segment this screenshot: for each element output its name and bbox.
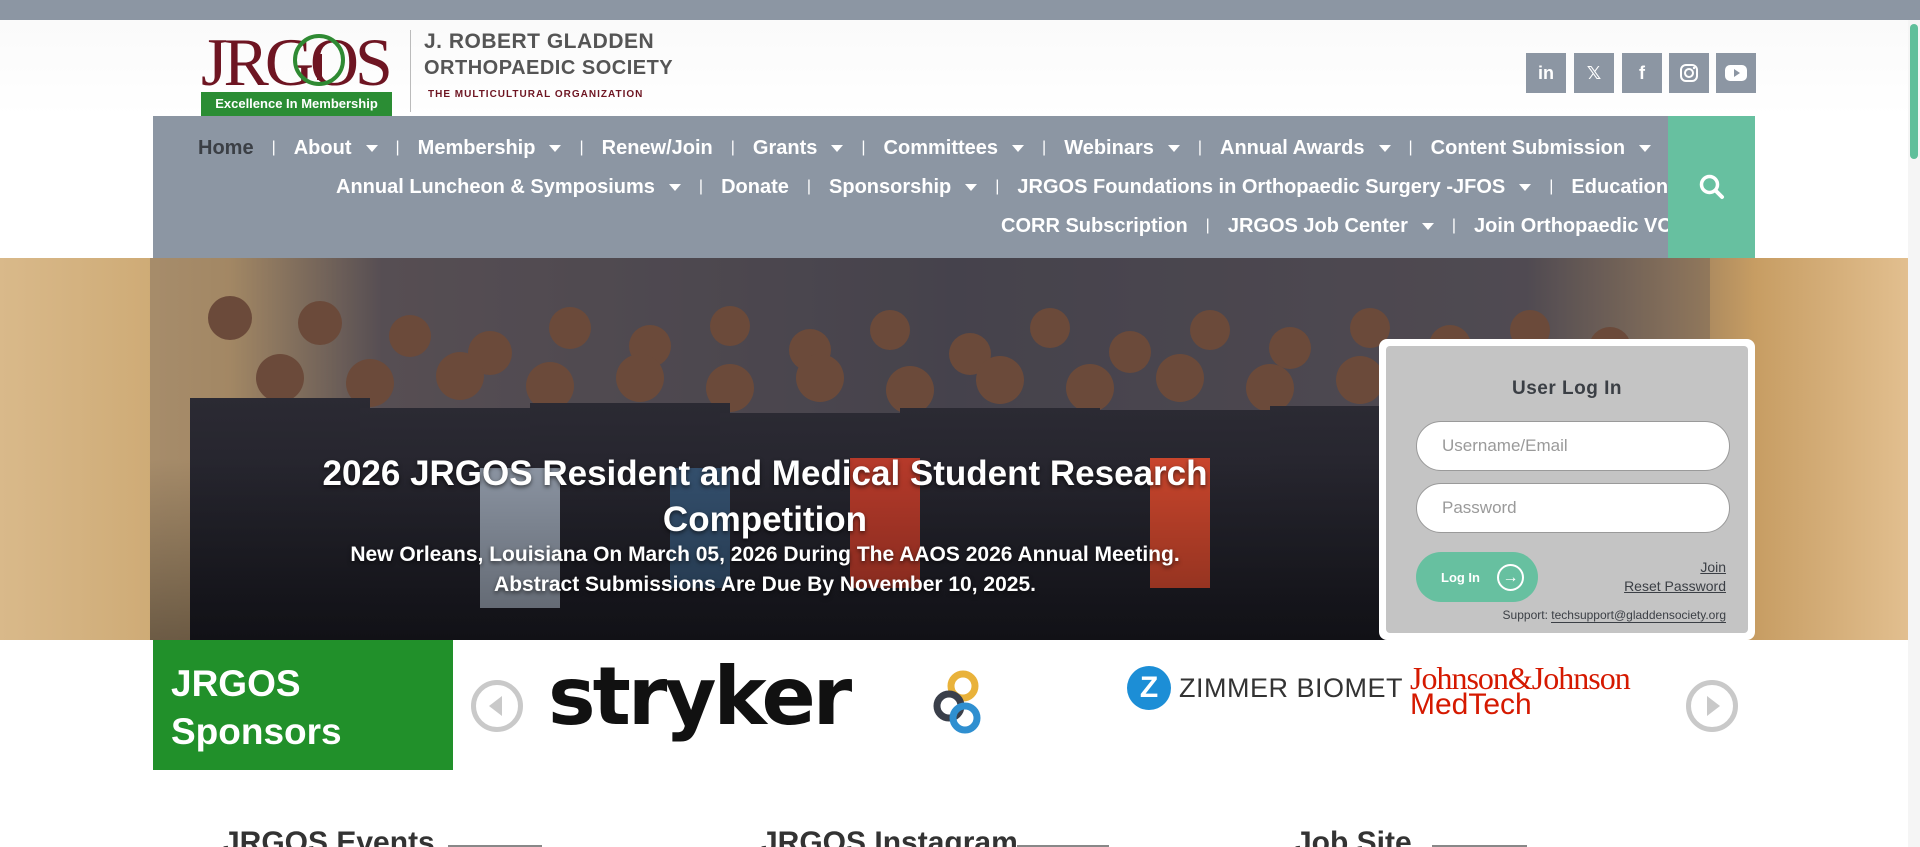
- nav-grants-label: Grants: [752, 136, 818, 159]
- nav-jfos[interactable]: JRGOS Foundations in Orthopaedic Surgery…: [1017, 175, 1532, 199]
- nav-row-1: Home | About | Membership | Renew/Join | Gra…: [198, 136, 1691, 160]
- org-name-line1: J. ROBERT GLADDEN: [424, 30, 655, 53]
- nav-corr-subscription[interactable]: CORR Subscription: [1001, 215, 1188, 238]
- nav-row-2: Annual Luncheon & Symposiums | Donate | Sp…: [336, 175, 1734, 199]
- login-title: User Log In: [1511, 378, 1622, 399]
- top-strip: [0, 0, 1920, 20]
- nav-membership[interactable]: Membership: [418, 137, 562, 160]
- nav-webinars-label: Webinars: [1064, 136, 1154, 159]
- facebook-icon[interactable]: f: [1622, 53, 1662, 93]
- chevron-down-icon: [965, 183, 978, 191]
- chevron-down-icon: [668, 183, 681, 191]
- instagram-heading: JRGOS Instagram: [761, 826, 1018, 847]
- hero-subtitle-line1: New Orleans, Louisiana On March 05, 2026…: [350, 543, 1180, 566]
- nav-about-label: About: [293, 136, 352, 159]
- nav-home[interactable]: Home: [198, 137, 254, 160]
- nav-sponsorship[interactable]: Sponsorship: [829, 175, 978, 199]
- support-label: Support:: [1502, 608, 1548, 622]
- chevron-right-icon: [1707, 696, 1720, 716]
- chevron-down-icon: [1421, 222, 1434, 230]
- nav-donate[interactable]: Donate: [721, 176, 789, 199]
- sponsor-c3-logo[interactable]: [929, 668, 989, 736]
- arrow-right-icon: →: [1497, 564, 1524, 591]
- join-link[interactable]: Join: [1700, 559, 1726, 575]
- hero-subtitle: New Orleans, Louisiana On March 05, 2026…: [300, 540, 1230, 600]
- nav-content-submission[interactable]: Content Submission: [1430, 136, 1652, 160]
- nav-sponsorship-label: Sponsorship: [829, 175, 952, 198]
- nav-about[interactable]: About: [294, 137, 378, 160]
- tree-icon: [293, 34, 345, 86]
- zimmer-mark-icon: Z: [1127, 666, 1171, 710]
- chevron-down-icon: [1639, 144, 1652, 152]
- chevron-down-icon: [549, 144, 562, 152]
- scrollbar-thumb[interactable]: [1910, 24, 1918, 159]
- chevron-down-icon: [1519, 183, 1532, 191]
- org-name-line2: ORTHOPAEDIC SOCIETY: [424, 57, 674, 79]
- search-button[interactable]: [1668, 116, 1755, 258]
- chevron-down-icon: [831, 144, 844, 152]
- nav-jfos-label: JRGOS Foundations in Orthopaedic Surgery…: [1017, 175, 1506, 198]
- carousel-prev-button[interactable]: [471, 680, 523, 732]
- login-panel-inner: User Log In Log In → Join Reset Password…: [1386, 346, 1748, 633]
- nav-annual-awards[interactable]: Annual Awards: [1220, 136, 1391, 160]
- jrgos-logo[interactable]: JRGOS Excellence In Membership: [201, 26, 397, 130]
- support-contact: Support: techsupport@gladdensociety.org: [1502, 608, 1726, 623]
- nav-row-3: CORR Subscription | JRGOS Job Center | Joi…: [1001, 214, 1694, 238]
- jobsite-heading: Job Site: [1295, 826, 1412, 847]
- support-email-link[interactable]: techsupport@gladdensociety.org: [1551, 608, 1726, 623]
- sponsor-zimmer-biomet-logo[interactable]: Z ZIMMER BIOMET: [1127, 666, 1403, 710]
- login-panel: User Log In Log In → Join Reset Password…: [1379, 339, 1755, 640]
- chevron-down-icon: [1012, 144, 1025, 152]
- carousel-next-button[interactable]: [1686, 680, 1738, 732]
- sponsors-heading-line2: Sponsors: [171, 711, 342, 752]
- youtube-icon[interactable]: [1716, 53, 1756, 93]
- sponsor-jnj-medtech[interactable]: MedTech: [1410, 688, 1532, 722]
- search-icon: [1699, 174, 1724, 199]
- sponsors-heading: JRGOS Sponsors: [153, 640, 453, 770]
- nav-annual-awards-label: Annual Awards: [1220, 136, 1365, 159]
- zimmer-wordmark: ZIMMER BIOMET: [1179, 672, 1403, 703]
- logo-badge: Excellence In Membership: [201, 92, 392, 116]
- nav-job-center[interactable]: JRGOS Job Center: [1228, 215, 1434, 238]
- nav-annual-luncheon-label: Annual Luncheon & Symposiums: [336, 175, 655, 198]
- nav-education-label: Education: [1571, 175, 1669, 198]
- chevron-down-icon: [1378, 144, 1391, 152]
- nav-committees-label: Committees: [883, 136, 999, 159]
- nav-content-submission-label: Content Submission: [1430, 136, 1626, 159]
- chevron-down-icon: [1167, 144, 1180, 152]
- password-input[interactable]: [1416, 483, 1730, 533]
- nav-grants[interactable]: Grants: [752, 136, 844, 160]
- sponsors-heading-line1: JRGOS: [171, 663, 301, 704]
- nav-committees[interactable]: Committees: [883, 136, 1025, 160]
- login-button-label: Log In: [1441, 569, 1480, 585]
- site-header: JRGOS Excellence In Membership J. ROBERT…: [0, 20, 1908, 116]
- nav-annual-luncheon[interactable]: Annual Luncheon & Symposiums: [336, 176, 681, 199]
- hero-subtitle-line2: Abstract Submissions Are Due By November…: [494, 573, 1036, 596]
- nav-join-orthopaedic-vc[interactable]: Join Orthopaedic VC: [1474, 215, 1672, 238]
- nav-membership-label: Membership: [417, 136, 536, 159]
- instagram-icon[interactable]: [1669, 53, 1709, 93]
- chevron-down-icon: [365, 144, 378, 152]
- main-navigation: Home | About | Membership | Renew/Join | Gra…: [153, 116, 1716, 258]
- x-twitter-icon[interactable]: 𝕏: [1574, 53, 1614, 93]
- chevron-left-icon: [489, 696, 502, 716]
- nav-renew-join[interactable]: Renew/Join: [602, 137, 713, 160]
- events-heading: JRGOS Events: [223, 826, 435, 847]
- nav-webinars[interactable]: Webinars: [1064, 137, 1180, 160]
- reset-password-link[interactable]: Reset Password: [1624, 578, 1726, 594]
- linkedin-icon[interactable]: in: [1526, 53, 1566, 93]
- nav-job-center-label: JRGOS Job Center: [1227, 214, 1408, 237]
- login-button[interactable]: Log In →: [1416, 552, 1538, 602]
- sponsor-stryker-logo[interactable]: stryker: [548, 650, 852, 743]
- logo-divider: [410, 30, 411, 112]
- hero-title: 2026 JRGOS Resident and Medical Student …: [322, 454, 1208, 539]
- org-tagline: THE MULTICULTURAL ORGANIZATION: [428, 89, 644, 100]
- username-input[interactable]: [1416, 421, 1730, 471]
